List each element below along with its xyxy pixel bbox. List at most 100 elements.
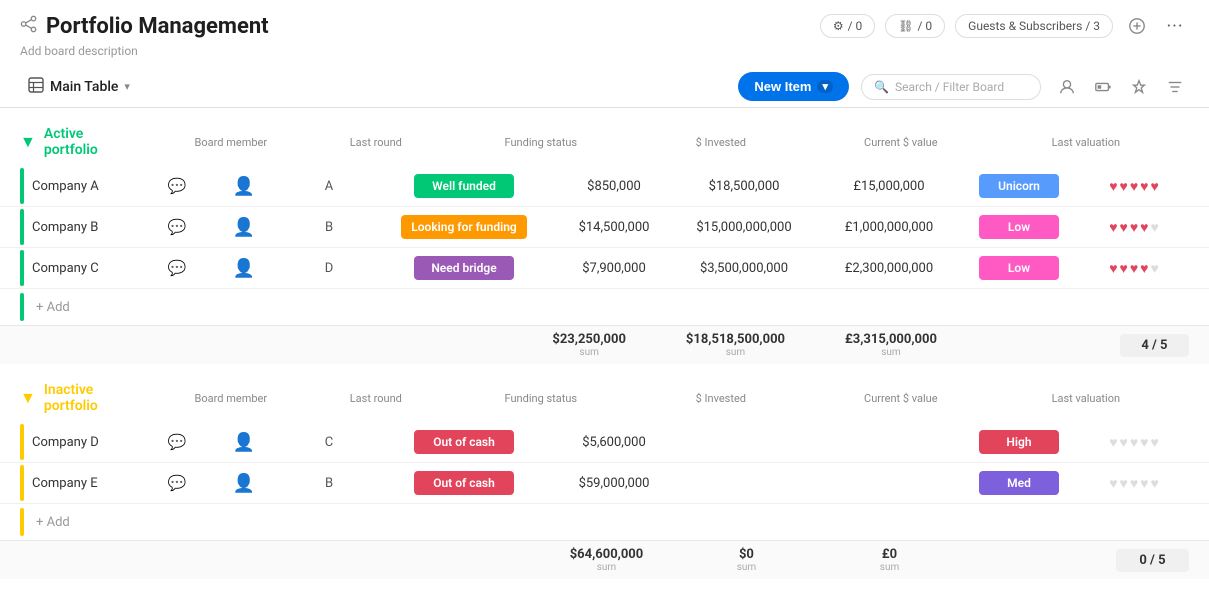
board-member-cell[interactable]: 👤 bbox=[199, 217, 289, 238]
active-toggle[interactable]: ▼ bbox=[20, 132, 36, 152]
col-last-valuation: Last valuation bbox=[1026, 136, 1146, 149]
round-value: B bbox=[325, 220, 333, 235]
heart-empty: ♥ bbox=[1130, 434, 1138, 451]
col-invested: $ Invested bbox=[666, 136, 776, 149]
inactive-sum-satisfaction: 0 / 5 bbox=[1139, 553, 1165, 568]
table-row: Company B 💬 👤 B Looking for funding $14,… bbox=[0, 207, 1209, 248]
col-current-value: Current $ value bbox=[836, 136, 966, 149]
comment-cell[interactable]: 💬 bbox=[155, 177, 199, 195]
company-name: Company A bbox=[32, 179, 99, 194]
comment-cell[interactable]: 💬 bbox=[155, 474, 199, 492]
active-add-label: + Add bbox=[36, 300, 70, 315]
inactive-sum-current: $0 bbox=[739, 547, 754, 562]
risk-badge: Med bbox=[979, 471, 1059, 495]
invested-value: $5,600,000 bbox=[582, 435, 646, 450]
round-value: B bbox=[325, 476, 333, 491]
board-member-cell[interactable]: 👤 bbox=[199, 432, 289, 453]
comment-cell[interactable]: 💬 bbox=[155, 433, 199, 451]
company-name: Company B bbox=[32, 220, 98, 235]
person-filter-icon-btn[interactable] bbox=[1053, 73, 1081, 101]
person-icon: 👤 bbox=[233, 217, 255, 238]
funding-badge: Out of cash bbox=[414, 430, 514, 454]
board-member-cell[interactable]: 👤 bbox=[199, 258, 289, 279]
comment-cell[interactable]: 💬 bbox=[155, 218, 199, 236]
row-color-bar bbox=[20, 424, 24, 460]
active-add-row[interactable]: + Add bbox=[0, 289, 1209, 325]
heart-filled: ♥ bbox=[1120, 219, 1128, 236]
heart-filled: ♥ bbox=[1109, 260, 1117, 277]
invested-value: $59,000,000 bbox=[579, 476, 650, 491]
heart-empty: ♥ bbox=[1150, 475, 1158, 492]
active-sum-current-label: sum bbox=[686, 347, 785, 358]
automation-icon: ⚙ bbox=[833, 19, 844, 33]
comment-cell[interactable]: 💬 bbox=[155, 259, 199, 277]
heart-filled: ♥ bbox=[1140, 219, 1148, 236]
new-item-button[interactable]: New Item ▾ bbox=[738, 72, 849, 101]
person-icon: 👤 bbox=[233, 176, 255, 197]
last-valuation-cell: £1,000,000,000 bbox=[829, 220, 949, 235]
funding-status-cell[interactable]: Need bridge bbox=[399, 256, 529, 280]
invite-icon-btn[interactable] bbox=[1123, 12, 1151, 40]
satisfaction-cell[interactable]: ♥♥♥♥♥ bbox=[1079, 260, 1189, 277]
valuation-value: £15,000,000 bbox=[853, 179, 924, 194]
invested-cell: $7,900,000 bbox=[559, 261, 669, 276]
satisfaction-cell[interactable]: ♥♥♥♥♥ bbox=[1079, 475, 1189, 492]
col-invested2: $ Invested bbox=[666, 392, 776, 405]
board-member-cell[interactable]: 👤 bbox=[199, 473, 289, 494]
inactive-toggle[interactable]: ▼ bbox=[20, 388, 36, 408]
heart-filled: ♥ bbox=[1140, 260, 1148, 277]
name-cell: Company E bbox=[28, 470, 155, 497]
inactive-portfolio-label: Inactive portfolio bbox=[44, 382, 98, 414]
current-value: $18,500,000 bbox=[709, 179, 780, 194]
col-board-member2: Board member bbox=[186, 392, 276, 405]
heart-filled: ♥ bbox=[1150, 178, 1158, 195]
risk-cell[interactable]: Low bbox=[969, 256, 1069, 280]
heart-empty: ♥ bbox=[1120, 434, 1128, 451]
risk-badge: Low bbox=[979, 256, 1059, 280]
board-description[interactable]: Add board description bbox=[0, 44, 1209, 66]
comment-icon: 💬 bbox=[168, 433, 187, 451]
invested-cell: $59,000,000 bbox=[559, 476, 669, 491]
integrations-pill[interactable]: ⛓ / 0 bbox=[885, 14, 945, 38]
satisfaction-cell[interactable]: ♥♥♥♥♥ bbox=[1079, 219, 1189, 236]
satisfaction-cell[interactable]: ♥♥♥♥♥ bbox=[1079, 434, 1189, 451]
comment-icon: 💬 bbox=[168, 474, 187, 492]
more-options-btn[interactable]: ··· bbox=[1161, 12, 1189, 40]
comment-icon: 💬 bbox=[168, 177, 187, 195]
company-name: Company E bbox=[32, 476, 98, 491]
funding-status-cell[interactable]: Out of cash bbox=[399, 471, 529, 495]
current-value-cell: $15,000,000,000 bbox=[679, 220, 809, 235]
automations-pill[interactable]: ⚙ / 0 bbox=[820, 14, 875, 38]
risk-cell[interactable]: High bbox=[969, 430, 1069, 454]
table-row: Company D 💬 👤 C Out of cash $5,600,000 bbox=[0, 422, 1209, 463]
risk-cell[interactable]: Low bbox=[969, 215, 1069, 239]
board-member-cell[interactable]: 👤 bbox=[199, 176, 289, 197]
ellipsis-icon: ··· bbox=[1166, 16, 1183, 37]
company-name: Company C bbox=[32, 261, 99, 276]
funding-status-cell[interactable]: Well funded bbox=[399, 174, 529, 198]
risk-cell[interactable]: Unicorn bbox=[969, 174, 1069, 198]
pin-icon-btn[interactable] bbox=[1125, 73, 1153, 101]
round-value: C bbox=[325, 435, 333, 450]
inactive-rows: Company D 💬 👤 C Out of cash $5,600,000 bbox=[0, 422, 1209, 504]
last-round-cell: D bbox=[289, 261, 369, 276]
table-row: Company A 💬 👤 A Well funded $850,000 $18… bbox=[0, 166, 1209, 207]
satisfaction-cell[interactable]: ♥♥♥♥♥ bbox=[1079, 178, 1189, 195]
table-icon bbox=[28, 77, 44, 97]
risk-cell[interactable]: Med bbox=[969, 471, 1069, 495]
funding-status-cell[interactable]: Looking for funding bbox=[399, 215, 529, 239]
row-color-bar bbox=[20, 250, 24, 286]
guests-pill[interactable]: Guests & Subscribers / 3 bbox=[955, 14, 1113, 38]
filter-icon-btn[interactable] bbox=[1161, 73, 1189, 101]
battery-icon-btn[interactable] bbox=[1089, 73, 1117, 101]
inactive-sum-invested-label: sum bbox=[570, 562, 644, 573]
active-portfolio-label: Active portfolio bbox=[44, 126, 98, 158]
search-box[interactable]: 🔍 Search / Filter Board bbox=[861, 74, 1041, 100]
funding-status-cell[interactable]: Out of cash bbox=[399, 430, 529, 454]
main-table-button[interactable]: Main Table ▾ bbox=[20, 73, 138, 101]
row-color-bar bbox=[20, 209, 24, 245]
inactive-add-row[interactable]: + Add bbox=[0, 504, 1209, 540]
heart-empty: ♥ bbox=[1140, 475, 1148, 492]
invested-value: $850,000 bbox=[587, 179, 641, 194]
active-summary-row: $23,250,000 sum $18,518,500,000 sum £3,3… bbox=[0, 325, 1209, 364]
